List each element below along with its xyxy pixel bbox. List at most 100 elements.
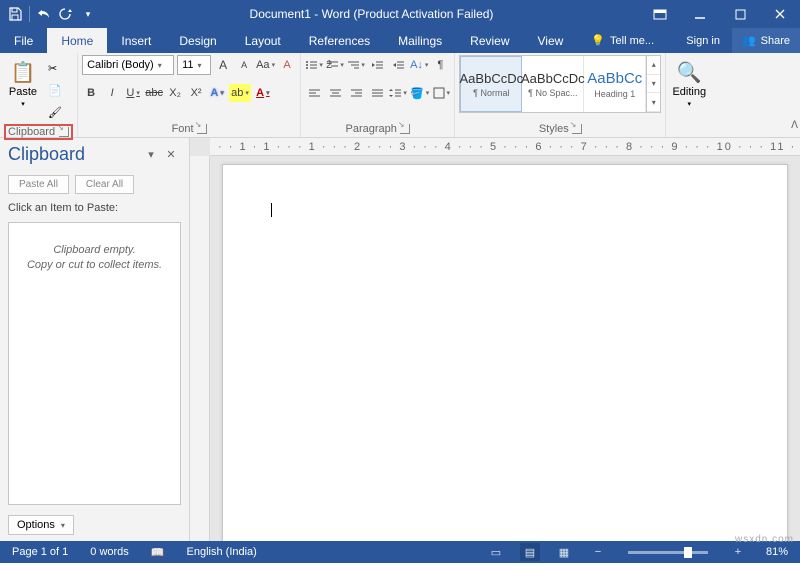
tab-file[interactable]: File: [0, 28, 47, 53]
align-left-button[interactable]: [305, 84, 323, 102]
bucket-icon: 🪣: [410, 87, 424, 100]
clipboard-pane: Clipboard ▾ ✕ Paste All Clear All Click …: [0, 138, 190, 541]
font-size-value: 11: [182, 59, 193, 71]
undo-icon[interactable]: [33, 3, 55, 25]
align-right-button[interactable]: [347, 84, 365, 102]
change-case-button[interactable]: Aa: [256, 56, 275, 74]
tab-mailings[interactable]: Mailings: [384, 28, 456, 53]
gallery-more-icon[interactable]: ▾: [647, 93, 660, 112]
status-page[interactable]: Page 1 of 1: [8, 541, 72, 563]
status-words[interactable]: 0 words: [86, 541, 133, 563]
options-label: Options: [17, 519, 55, 531]
ruler-horizontal[interactable]: · · 1 · 1 · · · 1 · · · 2 · · · 3 · · · …: [210, 138, 800, 156]
style-normal[interactable]: AaBbCcDc¶ Normal: [460, 56, 522, 112]
align-center-button[interactable]: [326, 84, 344, 102]
clear-format-button[interactable]: A: [278, 56, 296, 74]
grow-font-button[interactable]: A: [214, 56, 232, 74]
highlight-color-button[interactable]: ab: [229, 84, 251, 102]
status-proofing-icon[interactable]: 📖: [147, 541, 169, 563]
format-painter-button[interactable]: 🖌: [45, 102, 65, 122]
close-icon[interactable]: [760, 0, 800, 28]
maximize-icon[interactable]: [720, 0, 760, 28]
gallery-up-icon[interactable]: ▴: [647, 56, 660, 75]
share-button[interactable]: 👥Share: [732, 28, 800, 53]
sign-in-link[interactable]: Sign in: [674, 28, 732, 53]
tab-design[interactable]: Design: [165, 28, 230, 53]
paste-button[interactable]: 📋 Paste ▾: [4, 55, 42, 112]
underline-button[interactable]: U: [124, 84, 142, 102]
shrink-font-button[interactable]: A: [235, 56, 253, 74]
read-mode-icon[interactable]: ▭: [486, 543, 506, 561]
zoom-in-icon[interactable]: +: [728, 543, 748, 561]
line-spacing-button[interactable]: [389, 84, 407, 102]
zoom-out-icon[interactable]: −: [588, 543, 608, 561]
superscript-button[interactable]: X²: [187, 84, 205, 102]
gallery-down-icon[interactable]: ▾: [647, 75, 660, 94]
font-size-combo[interactable]: 11▾: [177, 55, 211, 75]
style-no-spacing[interactable]: AaBbCcDc¶ No Spac...: [522, 56, 584, 112]
editing-button[interactable]: 🔍 Editing▾: [670, 55, 708, 112]
bold-button[interactable]: B: [82, 84, 100, 102]
paste-icon: 📋: [9, 58, 37, 86]
style-name-label: Heading 1: [594, 89, 635, 99]
pane-menu-icon[interactable]: ▾: [141, 145, 161, 165]
save-icon[interactable]: [4, 3, 26, 25]
shading-button[interactable]: 🪣: [410, 84, 429, 102]
paragraph-group-label: Paragraph: [346, 123, 397, 135]
text-effects-button[interactable]: A: [208, 84, 226, 102]
sort-button[interactable]: A↓: [410, 56, 428, 74]
minimize-icon[interactable]: [680, 0, 720, 28]
document-page[interactable]: [222, 164, 788, 541]
copy-icon: 📄: [48, 84, 62, 97]
font-group-label: Font: [172, 123, 194, 135]
style-heading-1[interactable]: AaBbCcHeading 1: [584, 56, 646, 112]
zoom-level[interactable]: 81%: [762, 541, 792, 563]
strikethrough-button[interactable]: abc: [145, 84, 163, 102]
status-language[interactable]: English (India): [183, 541, 261, 563]
clipboard-launcher[interactable]: [59, 127, 69, 137]
borders-button[interactable]: [432, 84, 450, 102]
copy-button[interactable]: 📄: [45, 80, 65, 100]
tab-references[interactable]: References: [295, 28, 384, 53]
clipboard-pane-title: Clipboard: [8, 144, 141, 165]
italic-button[interactable]: I: [103, 84, 121, 102]
tab-view[interactable]: View: [524, 28, 578, 53]
zoom-slider[interactable]: [628, 551, 708, 554]
paste-all-button[interactable]: Paste All: [8, 175, 69, 194]
tab-insert[interactable]: Insert: [107, 28, 165, 53]
font-launcher[interactable]: [197, 124, 207, 134]
lightbulb-icon: 💡: [591, 34, 605, 47]
qat-customize-icon[interactable]: ▾: [77, 3, 99, 25]
tab-home[interactable]: Home: [47, 28, 107, 53]
redo-icon[interactable]: [55, 3, 77, 25]
format-painter-icon: 🖌: [48, 106, 62, 119]
clipboard-options-button[interactable]: Options▾: [8, 515, 74, 535]
clear-all-button[interactable]: Clear All: [75, 175, 134, 194]
show-marks-button[interactable]: ¶: [431, 56, 449, 74]
justify-button[interactable]: [368, 84, 386, 102]
ruler-vertical[interactable]: [190, 156, 210, 541]
collapse-ribbon-icon[interactable]: ᐱ: [791, 120, 798, 131]
tab-layout[interactable]: Layout: [231, 28, 295, 53]
bullets-button[interactable]: [305, 56, 323, 74]
subscript-button[interactable]: X₂: [166, 84, 184, 102]
cut-button[interactable]: ✂: [45, 58, 65, 78]
window-title: Document1 - Word (Product Activation Fai…: [103, 7, 640, 21]
font-name-combo[interactable]: Calibri (Body)▾: [82, 55, 174, 75]
web-layout-icon[interactable]: ▦: [554, 543, 574, 561]
tell-me-search[interactable]: 💡 Tell me...: [581, 28, 664, 53]
multilevel-list-button[interactable]: [347, 56, 365, 74]
styles-launcher[interactable]: [572, 124, 582, 134]
font-color-button[interactable]: A: [254, 84, 272, 102]
styles-gallery[interactable]: AaBbCcDc¶ Normal AaBbCcDc¶ No Spac... Aa…: [459, 55, 661, 113]
increase-indent-button[interactable]: [389, 56, 407, 74]
print-layout-icon[interactable]: ▤: [520, 543, 540, 561]
decrease-indent-button[interactable]: [368, 56, 386, 74]
numbering-button[interactable]: 12: [326, 56, 344, 74]
tell-me-label: Tell me...: [610, 35, 654, 47]
tab-review[interactable]: Review: [456, 28, 523, 53]
cut-icon: ✂: [48, 62, 57, 75]
ribbon-display-icon[interactable]: [640, 0, 680, 28]
paragraph-launcher[interactable]: [400, 124, 410, 134]
pane-close-icon[interactable]: ✕: [161, 145, 181, 165]
